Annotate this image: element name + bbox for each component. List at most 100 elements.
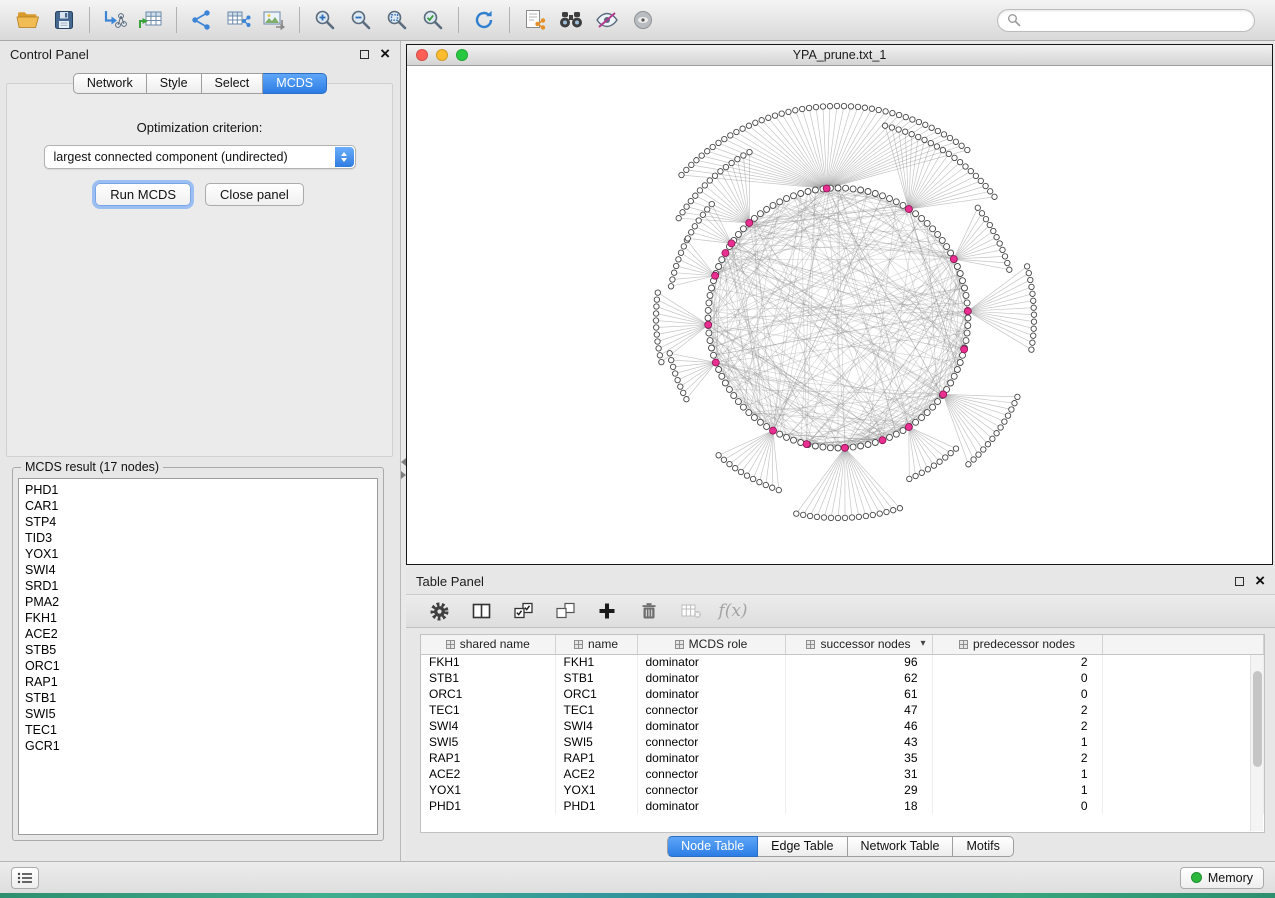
mcds-result-item[interactable]: YOX1: [19, 546, 377, 562]
cell-mcds-role[interactable]: connector: [637, 734, 785, 750]
close-panel-button[interactable]: Close panel: [205, 183, 304, 206]
float-table-panel-icon[interactable]: [1235, 577, 1244, 586]
save-session-button[interactable]: [46, 5, 82, 35]
network-canvas[interactable]: [407, 66, 1272, 564]
table-row[interactable]: STB1STB1dominator620: [421, 670, 1264, 686]
cell-mcds-role[interactable]: dominator: [637, 670, 785, 686]
table-row[interactable]: PHD1PHD1dominator180: [421, 798, 1264, 814]
cell-mcds-role[interactable]: connector: [637, 766, 785, 782]
mcds-result-item[interactable]: TEC1: [19, 722, 377, 738]
cell-name[interactable]: ORC1: [555, 686, 637, 702]
minimize-window-icon[interactable]: [436, 49, 448, 61]
close-window-icon[interactable]: [416, 49, 428, 61]
column-header-successor-nodes[interactable]: successor nodes▾: [785, 635, 932, 654]
network-graph[interactable]: [407, 66, 1272, 564]
tab-motifs[interactable]: Motifs: [953, 836, 1013, 857]
export-table-button[interactable]: [220, 5, 256, 35]
mcds-result-item[interactable]: PMA2: [19, 594, 377, 610]
open-file-button[interactable]: [10, 5, 46, 35]
cell-mcds-role[interactable]: dominator: [637, 686, 785, 702]
cell-mcds-role[interactable]: dominator: [637, 798, 785, 814]
close-table-panel-icon[interactable]: ×: [1255, 575, 1265, 587]
cell-successor-nodes[interactable]: 29: [785, 782, 932, 798]
cell-name[interactable]: TEC1: [555, 702, 637, 718]
create-column-button[interactable]: [594, 599, 620, 623]
table-settings-button[interactable]: [426, 599, 452, 623]
column-header-name[interactable]: name: [555, 635, 637, 654]
zoom-fit-content-button[interactable]: [379, 5, 415, 35]
zoom-out-button[interactable]: [343, 5, 379, 35]
run-mcds-button[interactable]: Run MCDS: [95, 183, 191, 206]
global-search-input[interactable]: [1027, 13, 1245, 27]
table-scrollbar[interactable]: [1250, 655, 1263, 831]
mcds-result-item[interactable]: SWI5: [19, 706, 377, 722]
select-all-columns-button[interactable]: [510, 599, 536, 623]
mcds-result-item[interactable]: STB5: [19, 642, 377, 658]
mcds-result-item[interactable]: RAP1: [19, 674, 377, 690]
mcds-result-item[interactable]: STP4: [19, 514, 377, 530]
zoom-selected-region-button[interactable]: [415, 5, 451, 35]
cell-predecessor-nodes[interactable]: 2: [932, 750, 1102, 766]
mcds-result-item[interactable]: TID3: [19, 530, 377, 546]
cell-predecessor-nodes[interactable]: 1: [932, 766, 1102, 782]
cell-name[interactable]: STB1: [555, 670, 637, 686]
mcds-result-item[interactable]: CAR1: [19, 498, 377, 514]
cell-name[interactable]: SWI5: [555, 734, 637, 750]
cell-predecessor-nodes[interactable]: 0: [932, 686, 1102, 702]
cell-name[interactable]: ACE2: [555, 766, 637, 782]
tab-network[interactable]: Network: [73, 73, 147, 94]
cell-successor-nodes[interactable]: 96: [785, 654, 932, 670]
deselect-all-columns-button[interactable]: [552, 599, 578, 623]
cell-successor-nodes[interactable]: 43: [785, 734, 932, 750]
cell-predecessor-nodes[interactable]: 2: [932, 654, 1102, 670]
cell-successor-nodes[interactable]: 61: [785, 686, 932, 702]
import-network-from-file-button[interactable]: [97, 5, 133, 35]
delete-column-button[interactable]: [636, 599, 662, 623]
tab-style[interactable]: Style: [147, 73, 202, 94]
mcds-result-list[interactable]: PHD1CAR1STP4TID3YOX1SWI4SRD1PMA2FKH1ACE2…: [18, 478, 378, 835]
cell-mcds-role[interactable]: dominator: [637, 750, 785, 766]
zoom-in-button[interactable]: [307, 5, 343, 35]
cell-predecessor-nodes[interactable]: 2: [932, 702, 1102, 718]
tab-mcds[interactable]: MCDS: [263, 73, 327, 94]
cell-shared-name[interactable]: FKH1: [421, 654, 555, 670]
mcds-result-item[interactable]: PHD1: [19, 482, 377, 498]
cell-mcds-role[interactable]: connector: [637, 782, 785, 798]
table-row[interactable]: FKH1FKH1dominator962: [421, 654, 1264, 670]
cell-successor-nodes[interactable]: 62: [785, 670, 932, 686]
clone-network-button[interactable]: [517, 5, 553, 35]
table-row[interactable]: RAP1RAP1dominator352: [421, 750, 1264, 766]
cell-successor-nodes[interactable]: 47: [785, 702, 932, 718]
table-row[interactable]: ACE2ACE2connector311: [421, 766, 1264, 782]
show-columns-button[interactable]: [468, 599, 494, 623]
cell-successor-nodes[interactable]: 31: [785, 766, 932, 782]
cell-name[interactable]: RAP1: [555, 750, 637, 766]
table-row[interactable]: ORC1ORC1dominator610: [421, 686, 1264, 702]
cell-predecessor-nodes[interactable]: 1: [932, 734, 1102, 750]
refresh-view-button[interactable]: [466, 5, 502, 35]
mcds-result-item[interactable]: SRD1: [19, 578, 377, 594]
cell-predecessor-nodes[interactable]: 0: [932, 670, 1102, 686]
maximize-window-icon[interactable]: [456, 49, 468, 61]
cell-successor-nodes[interactable]: 46: [785, 718, 932, 734]
table-row[interactable]: YOX1YOX1connector291: [421, 782, 1264, 798]
cell-name[interactable]: PHD1: [555, 798, 637, 814]
cell-shared-name[interactable]: STB1: [421, 670, 555, 686]
mcds-result-item[interactable]: STB1: [19, 690, 377, 706]
cell-shared-name[interactable]: RAP1: [421, 750, 555, 766]
close-panel-icon[interactable]: ×: [380, 48, 390, 60]
tab-node-table[interactable]: Node Table: [667, 836, 758, 857]
cell-shared-name[interactable]: ACE2: [421, 766, 555, 782]
table-row[interactable]: TEC1TEC1connector472: [421, 702, 1264, 718]
tab-select[interactable]: Select: [202, 73, 264, 94]
mcds-result-item[interactable]: FKH1: [19, 610, 377, 626]
cell-mcds-role[interactable]: dominator: [637, 654, 785, 670]
cell-shared-name[interactable]: ORC1: [421, 686, 555, 702]
table-row[interactable]: SWI4SWI4dominator462: [421, 718, 1264, 734]
tab-edge-table[interactable]: Edge Table: [758, 836, 847, 857]
table-scrollbar-thumb[interactable]: [1253, 671, 1262, 767]
cell-successor-nodes[interactable]: 35: [785, 750, 932, 766]
cell-name[interactable]: SWI4: [555, 718, 637, 734]
column-header-mcds-role[interactable]: MCDS role: [637, 635, 785, 654]
cell-predecessor-nodes[interactable]: 0: [932, 798, 1102, 814]
